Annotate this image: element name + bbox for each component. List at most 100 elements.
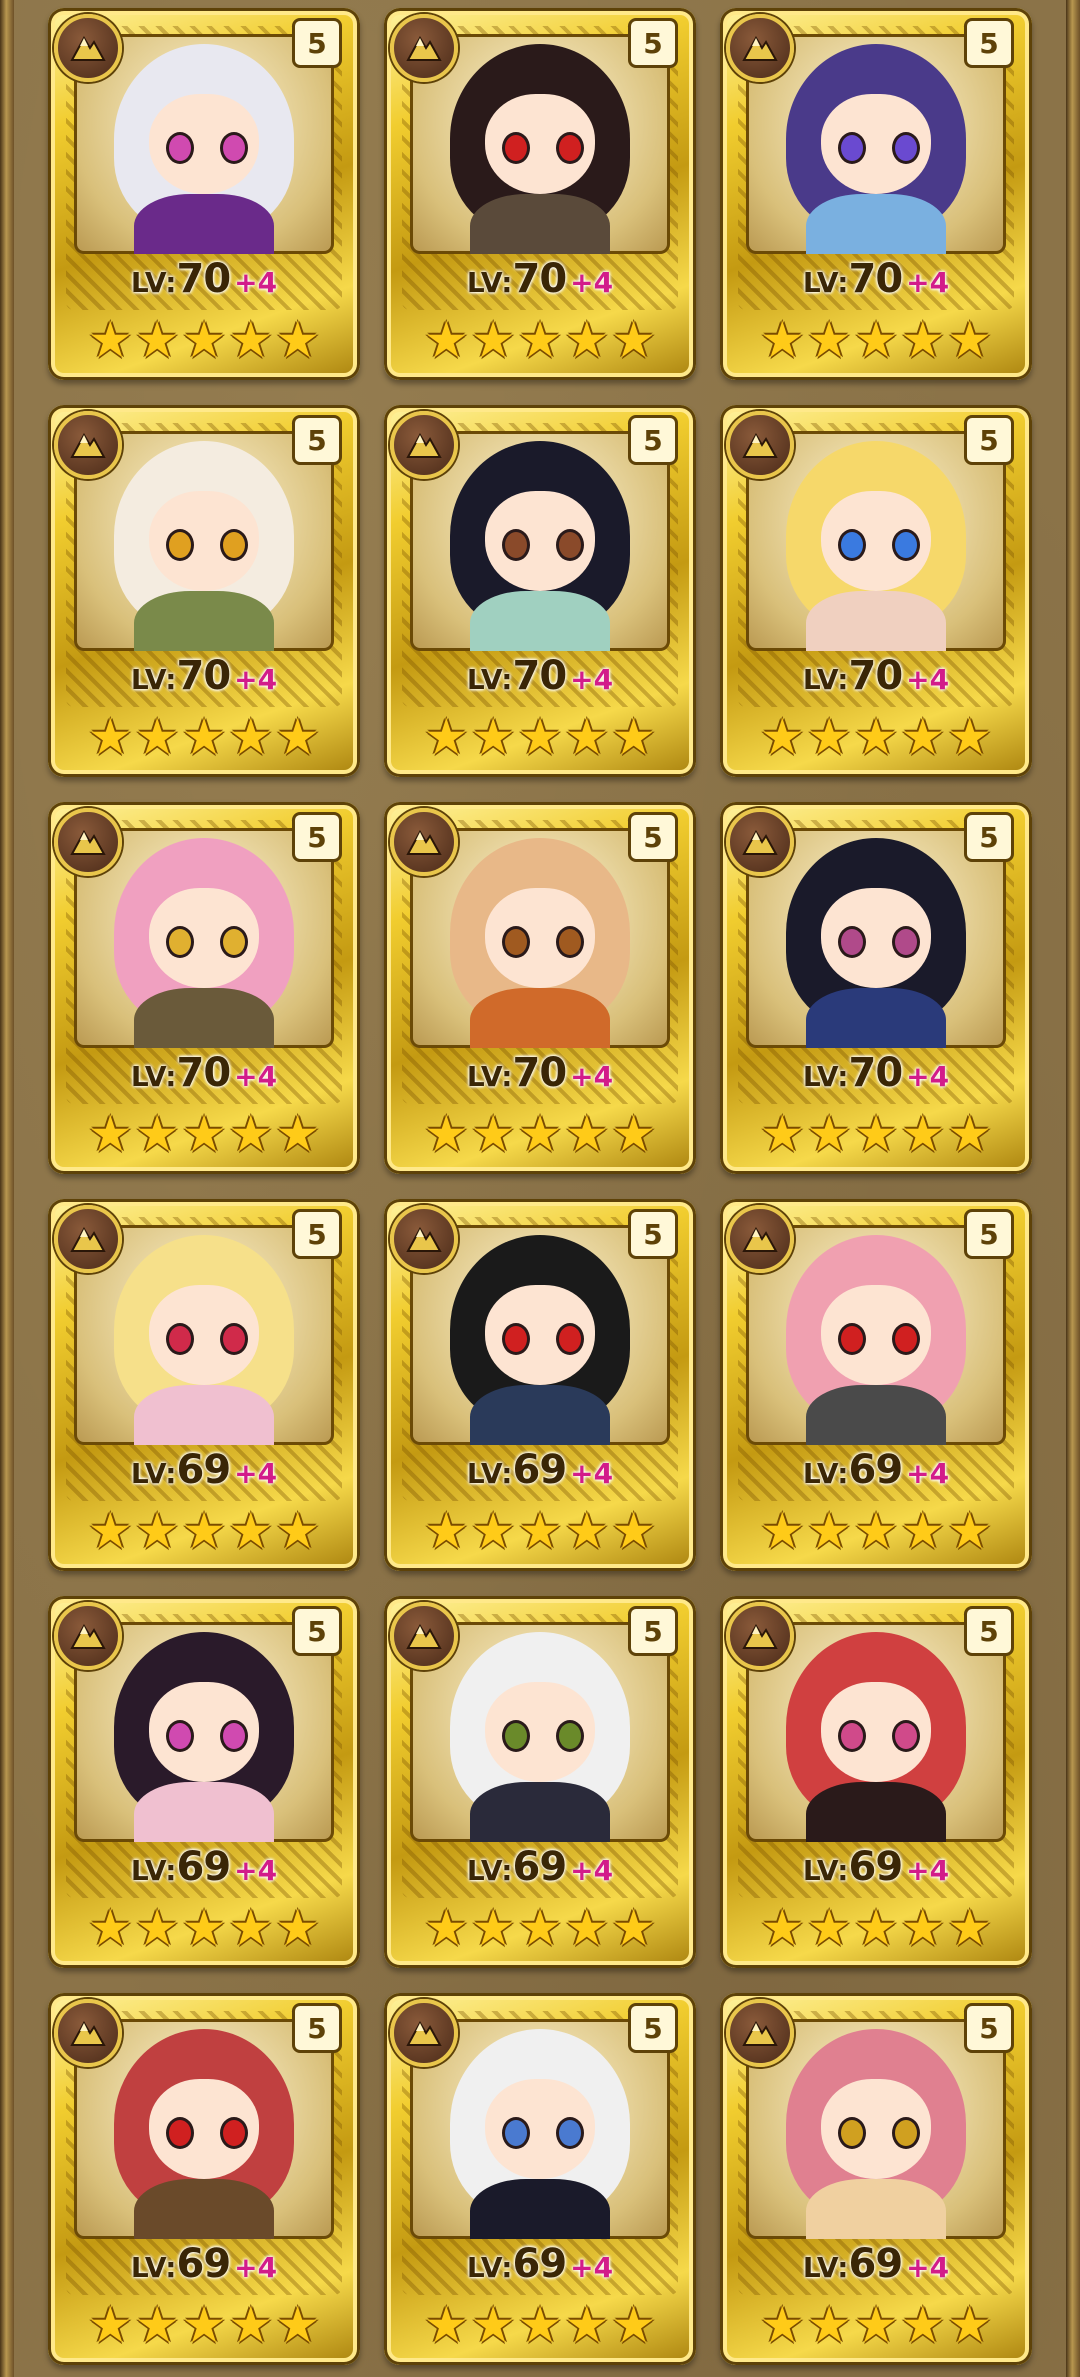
portrait-outfit: [134, 194, 274, 254]
portrait-eye-right: [556, 529, 584, 561]
character-card[interactable]: 5 LV:70 +4 ★ ★ ★ ★ ★: [720, 802, 1032, 1174]
level-value: 69: [848, 1844, 903, 1890]
mountain-rank-icon: [726, 808, 794, 876]
star-icon: ★: [900, 708, 946, 766]
portrait-outfit: [806, 2179, 946, 2239]
level-bonus: +4: [906, 2251, 950, 2284]
character-card[interactable]: 5 LV:70 +4 ★ ★ ★ ★ ★: [384, 8, 696, 380]
grade-badge: 5: [628, 812, 678, 862]
star-icon: ★: [134, 1105, 180, 1163]
level-prefix: LV:: [466, 1060, 513, 1093]
character-card[interactable]: 5 LV:70 +4 ★ ★ ★ ★ ★: [384, 802, 696, 1174]
grade-badge: 5: [292, 415, 342, 465]
character-card[interactable]: 5 LV:69 +4 ★ ★ ★ ★ ★: [720, 1993, 1032, 2365]
star-icon: ★: [517, 1502, 563, 1560]
level-value: 70: [512, 653, 567, 699]
level-bonus: +4: [570, 663, 614, 696]
level-bonus: +4: [234, 1060, 278, 1093]
mountain-rank-icon: [54, 1602, 122, 1670]
star-rating: ★ ★ ★ ★ ★: [746, 2299, 1006, 2351]
mountain-rank-icon: [726, 411, 794, 479]
star-icon: ★: [275, 1502, 321, 1560]
star-icon: ★: [947, 311, 993, 369]
character-card[interactable]: 5 LV:70 +4 ★ ★ ★ ★ ★: [384, 405, 696, 777]
character-collection-screen: 5 LV:70 +4 ★ ★ ★ ★ ★ 5 LV:70 +4 ★ ★ ★ ★ ★ 5 LV:70 +4 ★ ★ ★ ★ ★ 5…: [0, 0, 1080, 2377]
portrait-eye-left: [502, 132, 530, 164]
star-icon: ★: [853, 1105, 899, 1163]
star-rating: ★ ★ ★ ★ ★: [746, 1505, 1006, 1557]
character-card[interactable]: 5 LV:70 +4 ★ ★ ★ ★ ★: [48, 802, 360, 1174]
level-label: LV:69 +4: [384, 1447, 696, 1493]
star-icon: ★: [853, 311, 899, 369]
star-icon: ★: [134, 1899, 180, 1957]
star-icon: ★: [611, 1502, 657, 1560]
star-icon: ★: [853, 1899, 899, 1957]
portrait-outfit: [806, 194, 946, 254]
grade-badge: 5: [628, 2003, 678, 2053]
star-icon: ★: [759, 1899, 805, 1957]
level-prefix: LV:: [466, 663, 513, 696]
grade-badge: 5: [292, 1209, 342, 1259]
portrait-outfit: [470, 988, 610, 1048]
star-icon: ★: [900, 1502, 946, 1560]
character-card[interactable]: 5 LV:70 +4 ★ ★ ★ ★ ★: [48, 8, 360, 380]
portrait-outfit: [806, 591, 946, 651]
portrait-eye-left: [166, 1323, 194, 1355]
level-prefix: LV:: [802, 1854, 849, 1887]
portrait-eye-right: [220, 926, 248, 958]
portrait-eye-left: [502, 529, 530, 561]
star-icon: ★: [759, 1502, 805, 1560]
portrait-outfit: [470, 1782, 610, 1842]
portrait-eye-right: [220, 529, 248, 561]
star-icon: ★: [181, 1502, 227, 1560]
star-rating: ★ ★ ★ ★ ★: [410, 711, 670, 763]
character-card[interactable]: 5 LV:69 +4 ★ ★ ★ ★ ★: [48, 1993, 360, 2365]
character-card[interactable]: 5 LV:69 +4 ★ ★ ★ ★ ★: [48, 1199, 360, 1571]
star-icon: ★: [900, 2296, 946, 2354]
star-icon: ★: [947, 708, 993, 766]
star-icon: ★: [470, 1502, 516, 1560]
character-card[interactable]: 5 LV:69 +4 ★ ★ ★ ★ ★: [384, 1596, 696, 1968]
character-card[interactable]: 5 LV:69 +4 ★ ★ ★ ★ ★: [720, 1596, 1032, 1968]
character-card[interactable]: 5 LV:69 +4 ★ ★ ★ ★ ★: [720, 1199, 1032, 1571]
portrait-eye-right: [556, 132, 584, 164]
portrait-eye-left: [838, 529, 866, 561]
level-prefix: LV:: [130, 1457, 177, 1490]
character-card[interactable]: 5 LV:70 +4 ★ ★ ★ ★ ★: [48, 405, 360, 777]
star-icon: ★: [134, 1502, 180, 1560]
star-rating: ★ ★ ★ ★ ★: [74, 2299, 334, 2351]
star-icon: ★: [423, 2296, 469, 2354]
portrait-outfit: [134, 591, 274, 651]
level-value: 70: [848, 1050, 903, 1096]
star-icon: ★: [564, 1105, 610, 1163]
character-card[interactable]: 5 LV:69 +4 ★ ★ ★ ★ ★: [384, 1199, 696, 1571]
level-value: 70: [512, 1050, 567, 1096]
level-prefix: LV:: [802, 1457, 849, 1490]
star-icon: ★: [228, 708, 274, 766]
star-icon: ★: [275, 311, 321, 369]
level-label: LV:70 +4: [720, 653, 1032, 699]
mountain-rank-icon: [390, 1999, 458, 2067]
star-icon: ★: [470, 2296, 516, 2354]
character-card[interactable]: 5 LV:70 +4 ★ ★ ★ ★ ★: [720, 8, 1032, 380]
character-card[interactable]: 5 LV:70 +4 ★ ★ ★ ★ ★: [720, 405, 1032, 777]
portrait-eye-right: [220, 2117, 248, 2149]
star-rating: ★ ★ ★ ★ ★: [410, 2299, 670, 2351]
star-icon: ★: [564, 311, 610, 369]
star-icon: ★: [611, 1105, 657, 1163]
grade-badge: 5: [628, 18, 678, 68]
level-prefix: LV:: [802, 1060, 849, 1093]
star-icon: ★: [611, 1899, 657, 1957]
star-icon: ★: [87, 2296, 133, 2354]
level-bonus: +4: [906, 266, 950, 299]
level-bonus: +4: [234, 1854, 278, 1887]
character-card[interactable]: 5 LV:69 +4 ★ ★ ★ ★ ★: [384, 1993, 696, 2365]
star-icon: ★: [423, 1502, 469, 1560]
star-icon: ★: [181, 311, 227, 369]
star-icon: ★: [611, 2296, 657, 2354]
portrait-eye-left: [838, 2117, 866, 2149]
portrait-outfit: [470, 1385, 610, 1445]
level-prefix: LV:: [466, 1457, 513, 1490]
character-card[interactable]: 5 LV:69 +4 ★ ★ ★ ★ ★: [48, 1596, 360, 1968]
star-icon: ★: [517, 1105, 563, 1163]
